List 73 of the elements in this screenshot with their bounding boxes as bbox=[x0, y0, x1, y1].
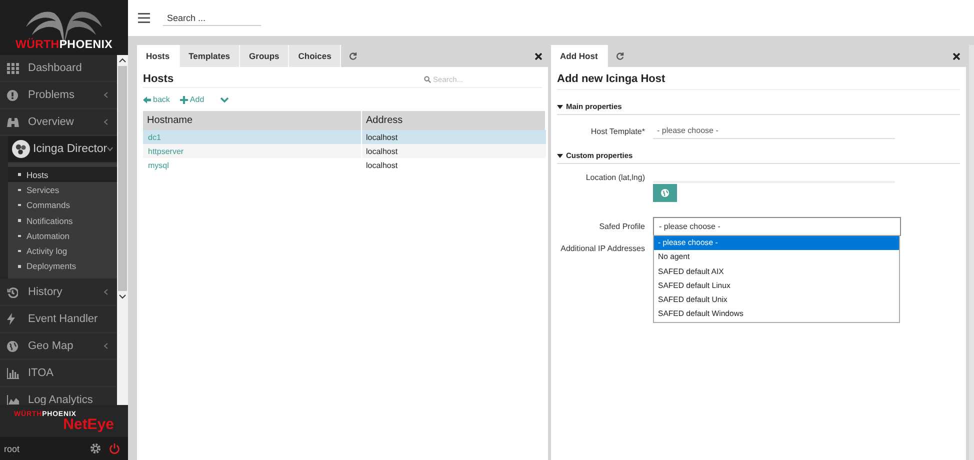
nav-item[interactable]: ITOA bbox=[0, 360, 117, 388]
refresh-icon[interactable] bbox=[616, 52, 624, 60]
table-cell: localhost bbox=[362, 130, 546, 144]
submenu-item[interactable]: Commands bbox=[8, 198, 117, 213]
globe-icon bbox=[661, 189, 669, 197]
submenu-item[interactable]: Deployments bbox=[8, 258, 117, 274]
power-icon[interactable] bbox=[109, 443, 120, 454]
refresh-icon[interactable] bbox=[349, 52, 358, 60]
chevron-down-icon[interactable] bbox=[220, 96, 230, 102]
table-row[interactable]: mysql localhost bbox=[143, 158, 546, 172]
nav-item[interactable]: Log Analytics bbox=[0, 387, 117, 405]
tab[interactable]: Add Host bbox=[551, 45, 608, 67]
nav-label: Log Analytics bbox=[28, 394, 94, 405]
search-icon bbox=[424, 76, 431, 82]
submenu-item[interactable]: Activity log bbox=[8, 243, 117, 259]
settings-icon[interactable] bbox=[90, 443, 101, 454]
select-field[interactable]: - please choose - bbox=[653, 123, 895, 139]
nav-item[interactable]: Geo Map bbox=[0, 333, 117, 360]
table-row[interactable]: dc1 localhost bbox=[143, 130, 546, 144]
field-label: Additional IP Addresses bbox=[560, 244, 646, 253]
field-label: Location (lat,lng) bbox=[584, 173, 646, 182]
submenu-item[interactable]: Hosts bbox=[8, 167, 117, 182]
nav-label: Event Handler bbox=[28, 313, 99, 326]
submenu-item[interactable]: Services bbox=[8, 182, 117, 198]
nav-item[interactable]: Problems bbox=[0, 82, 117, 109]
globe-icon bbox=[7, 340, 18, 352]
arrow-left-icon bbox=[143, 96, 151, 104]
submenu-item[interactable]: Automation bbox=[8, 228, 117, 244]
table-row[interactable]: httpserver localhost bbox=[143, 144, 546, 158]
map-button[interactable] bbox=[653, 184, 677, 202]
nav-label: History bbox=[28, 286, 64, 298]
alert-icon bbox=[7, 90, 18, 100]
scroll-up-icon[interactable] bbox=[119, 58, 126, 63]
table-cell: httpserver bbox=[143, 144, 362, 158]
field-label: Host Template* bbox=[590, 126, 646, 136]
column-header: Address bbox=[362, 111, 546, 130]
scrollbar[interactable] bbox=[117, 55, 128, 405]
bar-chart-icon bbox=[7, 368, 19, 379]
brand-logo: WÜRTHPHOENIX bbox=[16, 39, 112, 51]
tab[interactable]: Hosts bbox=[137, 45, 180, 67]
field-label: Safed Profile bbox=[598, 221, 646, 231]
nav-label: Dashboard bbox=[28, 62, 83, 74]
close-icon[interactable] bbox=[535, 52, 542, 60]
grid-icon bbox=[7, 62, 19, 74]
history-icon bbox=[7, 286, 18, 298]
scroll-down-icon[interactable] bbox=[119, 294, 126, 299]
tab[interactable]: Groups bbox=[240, 45, 290, 67]
nav-item[interactable]: Overview bbox=[0, 109, 117, 136]
nav-label: Problems bbox=[28, 89, 76, 101]
area-chart-icon bbox=[7, 394, 19, 405]
tab[interactable]: Templates bbox=[180, 45, 240, 67]
tab[interactable]: Choices bbox=[289, 45, 342, 67]
panel-title: Hosts bbox=[143, 73, 175, 85]
table-cell: mysql bbox=[143, 158, 362, 172]
nav-label: Overview bbox=[28, 116, 75, 128]
nav-label: ITOA bbox=[28, 367, 54, 380]
binoculars-icon bbox=[7, 116, 19, 128]
table-cell: dc1 bbox=[143, 130, 362, 144]
table-cell: localhost bbox=[362, 158, 546, 172]
close-icon[interactable] bbox=[953, 52, 960, 60]
nav-item[interactable]: Dashboard bbox=[0, 55, 117, 82]
gears-icon bbox=[12, 140, 30, 158]
form-title: Add new Icinga Host bbox=[557, 73, 960, 90]
nav-item[interactable]: History bbox=[0, 279, 117, 306]
column-header: Hostname bbox=[143, 111, 362, 130]
bolt-icon bbox=[7, 313, 15, 326]
nav-item[interactable]: Event Handler bbox=[0, 306, 117, 334]
nav-label: Icinga Director bbox=[33, 143, 108, 155]
plus-icon bbox=[180, 96, 188, 104]
submenu-item[interactable]: Notifications bbox=[8, 212, 117, 228]
table-cell: localhost bbox=[362, 144, 546, 158]
nav-label: Geo Map bbox=[28, 340, 74, 352]
menu-icon[interactable] bbox=[138, 13, 150, 23]
